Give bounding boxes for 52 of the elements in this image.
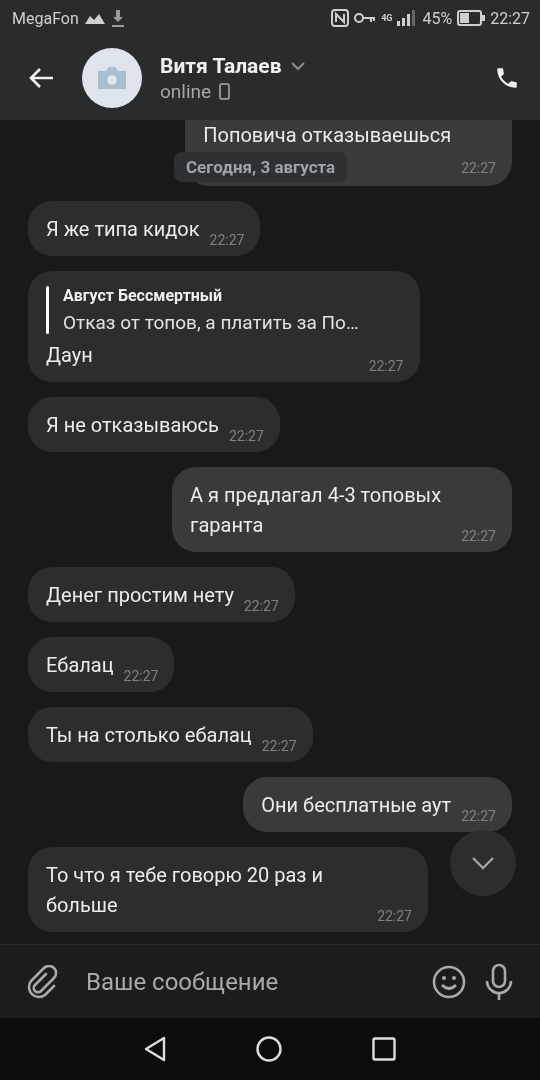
message-time: 22:27	[228, 428, 264, 444]
download-icon	[110, 9, 125, 27]
message-text: Они бесплатные аут	[261, 792, 452, 819]
battery-percent: 45%	[422, 8, 453, 28]
message-time: 22:27	[261, 738, 297, 754]
back-button[interactable]	[28, 67, 54, 89]
phone-icon	[494, 65, 520, 91]
nfc-icon	[331, 9, 350, 27]
paperclip-icon	[26, 964, 58, 999]
message-time: 22:27	[377, 908, 412, 924]
message-text: Ты на столько ебалац	[46, 722, 252, 749]
chevron-down-icon	[471, 856, 495, 870]
chevron-down-icon[interactable]	[289, 60, 306, 71]
emoji-button[interactable]	[432, 964, 466, 999]
message-time: 22:27	[461, 160, 496, 176]
microphone-button[interactable]	[484, 962, 514, 1001]
message-time: 22:27	[368, 358, 404, 374]
back-nav-icon[interactable]	[144, 1036, 166, 1062]
network-type: 4G	[381, 13, 393, 23]
attach-button[interactable]	[26, 964, 58, 999]
online-status: online	[160, 79, 212, 103]
key-icon	[354, 12, 377, 24]
battery-icon	[457, 10, 486, 26]
message-time: 22:27	[123, 668, 159, 684]
home-nav-icon[interactable]	[256, 1036, 282, 1062]
back-arrow-icon	[28, 67, 54, 89]
message-text: Ебалац	[46, 652, 114, 679]
recents-nav-icon[interactable]	[372, 1037, 396, 1061]
message-text: То что я тебе говорю 20 раз и больше	[46, 862, 324, 919]
message-text: Я же типа кидок	[46, 216, 200, 243]
message-time: 22:27	[243, 598, 279, 614]
message-input[interactable]: Ваше сообщение	[76, 961, 414, 1002]
date-label: Сегодня, 3 августа	[174, 152, 348, 182]
message-text: Поповича отказываешься	[203, 122, 452, 149]
avatar[interactable]	[82, 48, 142, 108]
camera-icon	[96, 66, 128, 90]
reply-author: Август Бессмертный	[63, 286, 224, 305]
message-time: 22:27	[209, 232, 245, 248]
message-text: Денег простим нету	[46, 582, 234, 609]
message-time: 22:27	[461, 808, 496, 824]
call-button[interactable]	[494, 65, 520, 91]
contact-name[interactable]: Витя Талаев	[160, 53, 282, 78]
clock: 22:27	[490, 8, 530, 28]
message-time: 22:27	[461, 528, 496, 544]
smiley-icon	[432, 964, 466, 999]
message-text: Даун	[46, 342, 94, 369]
microphone-icon	[484, 962, 514, 1001]
message-text: Я не отказываюсь	[46, 412, 219, 439]
mobile-phone-icon	[219, 82, 231, 100]
carrier-name: MegaFon	[12, 8, 79, 28]
message-text: А я предлагал 4-3 топовых гаранта	[190, 482, 443, 539]
reply-text: Отказ от топов, а платить за По…	[63, 311, 359, 334]
